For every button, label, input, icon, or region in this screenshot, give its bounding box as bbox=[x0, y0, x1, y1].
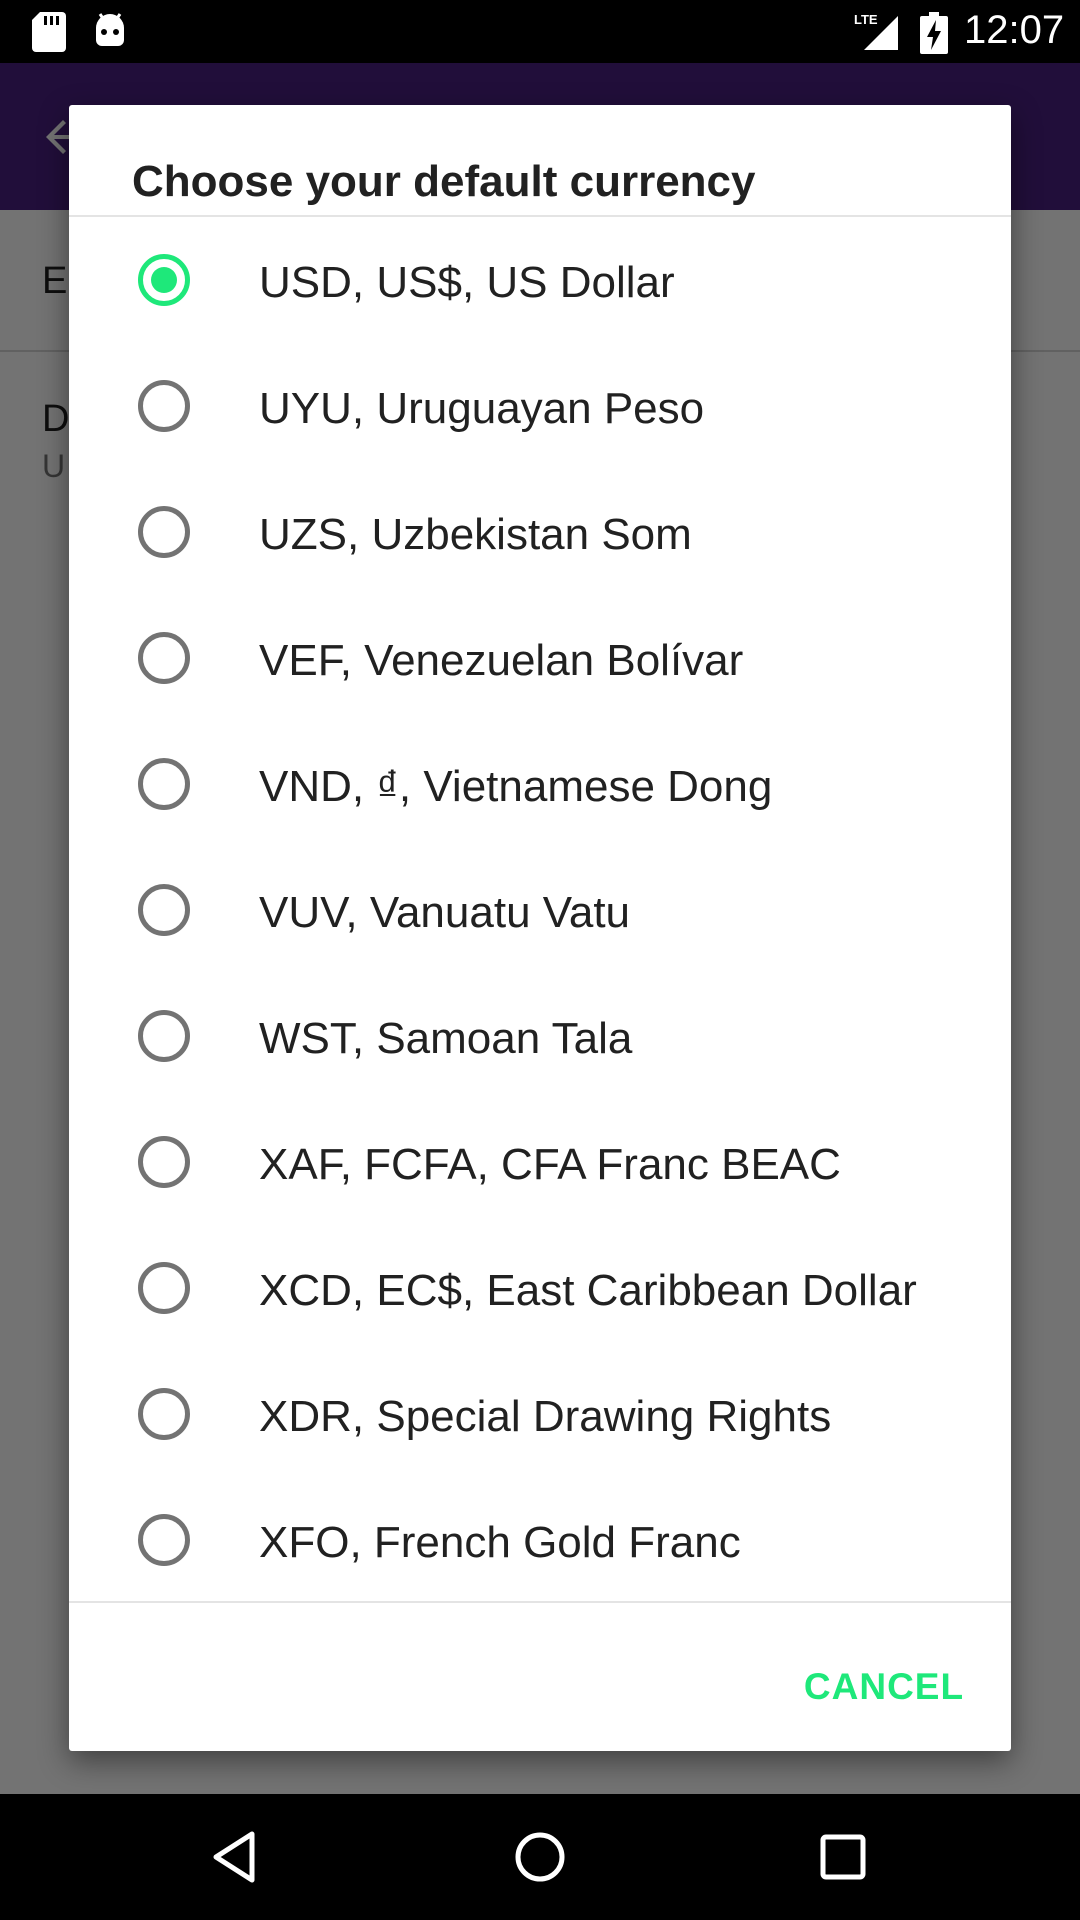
currency-option[interactable]: XFO, French Gold Franc bbox=[69, 1477, 1011, 1603]
sd-card-icon bbox=[32, 12, 66, 52]
battery-charging-icon bbox=[920, 12, 948, 54]
currency-option-label: XAF, FCFA, CFA Franc BEAC bbox=[259, 1140, 841, 1189]
currency-option[interactable]: VUV, Vanuatu Vatu bbox=[69, 847, 1011, 973]
currency-option-label: VEF, Venezuelan Bolívar bbox=[259, 636, 744, 685]
currency-option-label: VUV, Vanuatu Vatu bbox=[259, 888, 631, 937]
cancel-button[interactable]: CANCEL bbox=[789, 1645, 979, 1729]
radio-button[interactable] bbox=[138, 1136, 190, 1188]
currency-option[interactable]: WST, Samoan Tala bbox=[69, 973, 1011, 1099]
status-time: 12:07 bbox=[964, 8, 1065, 52]
radio-button[interactable] bbox=[138, 758, 190, 810]
currency-option-label: XCD, EC$, East Caribbean Dollar bbox=[259, 1266, 917, 1315]
currency-option-label: VND, ₫, Vietnamese Dong bbox=[259, 762, 773, 811]
svg-text:LTE: LTE bbox=[854, 12, 878, 27]
currency-option-label: XDR, Special Drawing Rights bbox=[259, 1392, 832, 1441]
radio-button[interactable] bbox=[138, 632, 190, 684]
radio-button[interactable] bbox=[138, 884, 190, 936]
currency-option-list[interactable]: USD, US$, US Dollar UYU, Uruguayan Peso UZ… bbox=[69, 217, 1011, 1705]
radio-button[interactable] bbox=[138, 1010, 190, 1062]
nav-home-icon[interactable] bbox=[505, 1822, 575, 1892]
currency-option-label: WST, Samoan Tala bbox=[259, 1014, 633, 1063]
radio-button[interactable] bbox=[138, 1388, 190, 1440]
currency-option[interactable]: VND, ₫, Vietnamese Dong bbox=[69, 721, 1011, 847]
lte-signal-icon: LTE bbox=[854, 12, 898, 50]
currency-option[interactable]: UYU, Uruguayan Peso bbox=[69, 343, 1011, 469]
nav-back-icon[interactable] bbox=[202, 1822, 272, 1892]
radio-button[interactable] bbox=[138, 506, 190, 558]
currency-option-label: UZS, Uzbekistan Som bbox=[259, 510, 692, 559]
currency-dialog: Choose your default currency USD, US$, U… bbox=[69, 105, 1011, 1751]
divider bbox=[69, 1601, 1011, 1603]
radio-button[interactable] bbox=[138, 1262, 190, 1314]
android-debug-icon bbox=[96, 13, 124, 46]
currency-option-label: UYU, Uruguayan Peso bbox=[259, 384, 705, 433]
currency-option[interactable]: VEF, Venezuelan Bolívar bbox=[69, 595, 1011, 721]
currency-option[interactable]: XDR, Special Drawing Rights bbox=[69, 1351, 1011, 1477]
currency-option[interactable]: XCD, EC$, East Caribbean Dollar bbox=[69, 1225, 1011, 1351]
currency-option-label: XFO, French Gold Franc bbox=[259, 1518, 741, 1567]
currency-option[interactable]: UZS, Uzbekistan Som bbox=[69, 469, 1011, 595]
currency-option-label: USD, US$, US Dollar bbox=[259, 258, 675, 307]
dialog-title: Choose your default currency bbox=[132, 157, 756, 206]
radio-button[interactable] bbox=[138, 254, 190, 306]
radio-button[interactable] bbox=[138, 1514, 190, 1566]
status-bar: LTE 12:07 bbox=[0, 0, 1080, 63]
currency-option[interactable]: USD, US$, US Dollar bbox=[69, 217, 1011, 343]
navigation-bar bbox=[0, 1794, 1080, 1920]
currency-option[interactable]: XAF, FCFA, CFA Franc BEAC bbox=[69, 1099, 1011, 1225]
nav-recents-icon[interactable] bbox=[808, 1822, 878, 1892]
radio-button[interactable] bbox=[138, 380, 190, 432]
